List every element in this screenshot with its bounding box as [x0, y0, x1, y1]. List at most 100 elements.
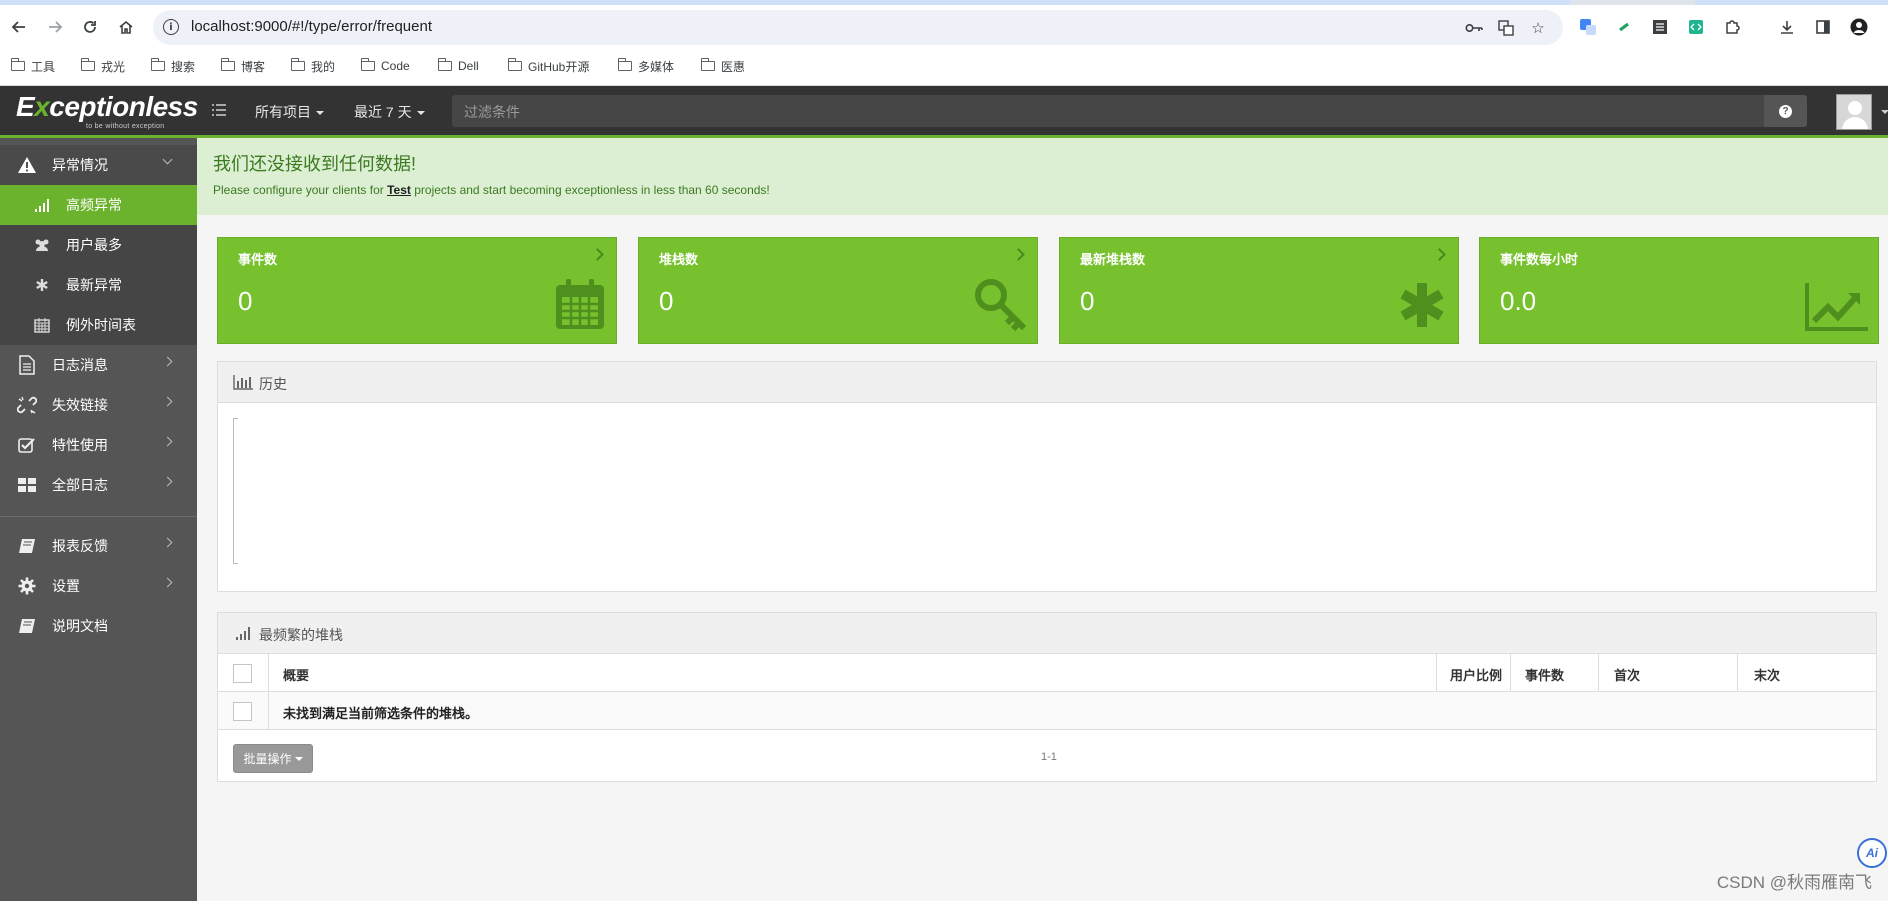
bookmark-folder[interactable]: Dell [437, 56, 479, 76]
sidebar: 异常情况 高频异常 用户最多 最新异常 例外时间表 日志消息 失效链接 特性使用… [0, 138, 197, 901]
column-header[interactable]: 用户比例 [1450, 665, 1502, 684]
checkbox-icon [16, 435, 38, 455]
alert-title: 我们还没接收到任何数据! [213, 154, 416, 174]
code-extension-icon[interactable] [1686, 17, 1706, 37]
stacks-title: 最频繁的堆栈 [259, 627, 343, 643]
chevron-right-icon [1012, 248, 1025, 261]
user-avatar[interactable] [1836, 94, 1872, 130]
panel-header: 最频繁的堆栈 [218, 613, 1876, 654]
filter-input[interactable]: 过滤条件 [452, 95, 1764, 127]
stat-card-stacks[interactable]: 堆栈数 0 [638, 237, 1038, 344]
sidebar-item-reports[interactable]: 报表反馈 [0, 526, 197, 566]
sidebar-subitem-newest[interactable]: 最新异常 [0, 265, 197, 305]
reader-extension-icon[interactable] [1650, 17, 1670, 37]
bookmark-folder[interactable]: 我的 [290, 56, 335, 76]
row-checkbox[interactable] [233, 702, 252, 721]
bookmark-folder[interactable]: 医惠 [700, 56, 745, 76]
question-icon: ? [1779, 104, 1792, 118]
active-tab[interactable] [0, 0, 1570, 5]
users-icon [33, 236, 51, 254]
ai-assistant-icon[interactable]: Ai [1857, 838, 1887, 868]
alert-text: Please configure your clients for Test p… [213, 183, 770, 197]
key-icon [975, 279, 1027, 332]
download-icon[interactable] [1777, 17, 1797, 37]
stat-card-events[interactable]: 事件数 0 [217, 237, 617, 344]
project-dropdown[interactable]: 所有项目 [255, 102, 324, 122]
project-link[interactable]: Test [387, 183, 411, 197]
sidebar-item-all-logs[interactable]: 全部日志 [0, 465, 197, 505]
warning-icon [16, 155, 38, 175]
home-icon[interactable] [113, 14, 139, 40]
column-header[interactable]: 末次 [1754, 665, 1780, 684]
folder-icon [220, 58, 235, 71]
signal-icon [236, 627, 250, 640]
folder-icon [80, 58, 95, 71]
app-header: Exceptionless to be without exception 所有… [0, 86, 1888, 138]
bookmark-folder[interactable]: 多媒体 [617, 56, 674, 76]
chevron-right-icon [162, 396, 173, 407]
site-info-icon[interactable]: i [163, 19, 179, 35]
extension-green-icon[interactable] [1614, 17, 1634, 37]
other-tab[interactable] [1695, 0, 1888, 5]
url-text[interactable]: localhost:9000/#!/type/error/frequent [191, 18, 432, 35]
folder-icon [10, 58, 25, 71]
extensions-puzzle-icon[interactable] [1722, 17, 1742, 37]
translate-extension-icon[interactable] [1578, 17, 1598, 37]
file-text-icon [16, 355, 38, 375]
time-range-dropdown[interactable]: 最近 7 天 [354, 102, 425, 122]
sidebar-item-logs[interactable]: 日志消息 [0, 345, 197, 385]
dashboard-icon [16, 475, 38, 495]
bookmark-folder[interactable]: 博客 [220, 56, 265, 76]
folder-icon [617, 58, 632, 71]
logo-tagline: to be without exception [86, 123, 165, 130]
main-content: 我们还没接收到任何数据! Please configure your clien… [197, 138, 1888, 901]
bulk-action-button[interactable]: 批量操作 [233, 744, 313, 773]
column-header[interactable]: 事件数 [1525, 665, 1564, 684]
chevron-right-icon [162, 476, 173, 487]
table-row: 未找到满足当前筛选条件的堆栈。 [218, 692, 1876, 730]
sidebar-item-docs[interactable]: 说明文档 [0, 606, 197, 646]
profile-icon[interactable] [1849, 17, 1869, 37]
history-title: 历史 [259, 376, 287, 392]
sidebar-divider [0, 516, 197, 517]
sidebar-subitem-users[interactable]: 用户最多 [0, 225, 197, 265]
panel-header: 历史 [218, 362, 1876, 403]
password-key-icon[interactable] [1465, 19, 1483, 37]
translate-icon[interactable] [1497, 19, 1515, 37]
column-header[interactable]: 概要 [283, 665, 309, 684]
exceptionless-logo[interactable]: Exceptionless to be without exception [16, 92, 198, 134]
trend-chart-icon [1805, 283, 1868, 331]
sidebar-item-broken-links[interactable]: 失效链接 [0, 385, 197, 425]
bookmark-folder[interactable]: 工具 [10, 56, 55, 76]
filter-help-button[interactable]: ? [1764, 95, 1807, 127]
reload-icon[interactable] [77, 14, 103, 40]
folder-icon [290, 58, 305, 71]
browser-chrome: i localhost:9000/#!/type/error/frequent … [0, 0, 1888, 86]
sidebar-item-feature-usage[interactable]: 特性使用 [0, 425, 197, 465]
book-icon [16, 536, 38, 556]
chevron-right-icon [1433, 248, 1446, 261]
bookmark-folder[interactable]: Code [360, 56, 410, 76]
sidebar-item-exceptions[interactable]: 异常情况 [0, 145, 197, 185]
select-all-checkbox[interactable] [233, 664, 252, 683]
gear-icon [16, 576, 38, 596]
bookmark-folder[interactable]: 搜索 [150, 56, 195, 76]
bookmark-folder[interactable]: 戎光 [80, 56, 125, 76]
stat-card-new-stacks[interactable]: 最新堆栈数 0 [1059, 237, 1459, 344]
forward-icon[interactable] [42, 14, 68, 40]
menu-toggle-icon[interactable] [211, 102, 227, 118]
back-icon[interactable] [6, 14, 32, 40]
caret-down-icon[interactable] [1881, 110, 1888, 114]
stat-card-events-per-hour[interactable]: 事件数每小时 0.0 [1479, 237, 1879, 344]
bookmark-star-icon[interactable]: ☆ [1529, 19, 1547, 37]
sidebar-subitem-timeline[interactable]: 例外时间表 [0, 305, 197, 345]
empty-message: 未找到满足当前筛选条件的堆栈。 [283, 706, 479, 721]
sidebar-subitem-frequent[interactable]: 高频异常 [0, 185, 197, 225]
bookmark-folder[interactable]: GitHub开源 [507, 56, 589, 76]
address-bar[interactable]: i localhost:9000/#!/type/error/frequent … [153, 10, 1563, 45]
asterisk-icon [33, 276, 51, 294]
sidebar-item-settings[interactable]: 设置 [0, 566, 197, 606]
side-panel-icon[interactable] [1813, 17, 1833, 37]
frequent-stacks-panel: 最频繁的堆栈 概要 用户比例 事件数 首次 末次 未找到满足当前筛选条件的堆栈。… [217, 612, 1877, 782]
column-header[interactable]: 首次 [1614, 665, 1640, 684]
